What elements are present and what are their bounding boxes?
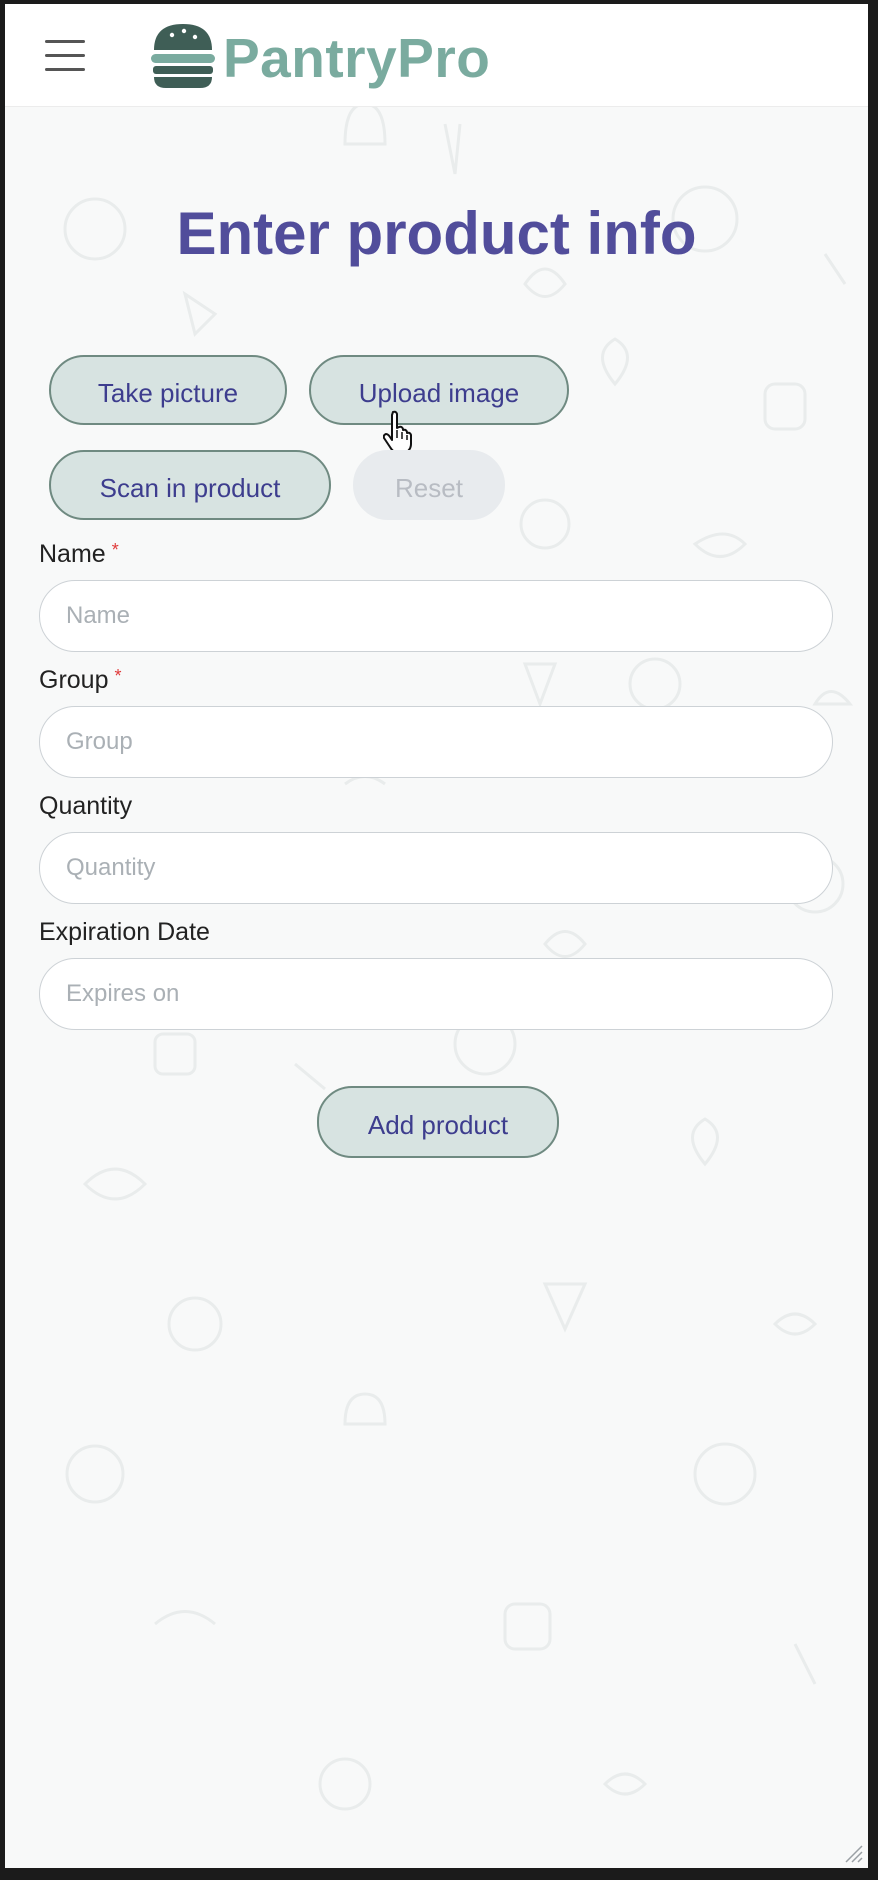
required-marker: *: [114, 666, 122, 686]
expiration-date-label: Expiration Date: [39, 918, 210, 946]
app-logo-text[interactable]: PantryPro: [223, 24, 490, 92]
name-label-text: Name: [39, 540, 106, 568]
name-input[interactable]: [39, 580, 833, 652]
group-input[interactable]: [39, 706, 833, 778]
app-header: PantryPro: [5, 4, 868, 107]
scan-product-button[interactable]: Scan in product: [49, 450, 331, 520]
hand-pointer-cursor-icon: [383, 410, 412, 450]
resize-grip-icon[interactable]: [840, 1840, 864, 1864]
quantity-input[interactable]: [39, 832, 833, 904]
reset-button[interactable]: Reset: [353, 450, 505, 520]
add-product-button[interactable]: Add product: [317, 1086, 559, 1158]
page-title: Enter product info: [176, 200, 697, 267]
hamburger-menu-icon[interactable]: [45, 36, 87, 76]
quantity-label: Quantity: [39, 792, 133, 820]
take-picture-button[interactable]: Take picture: [49, 355, 287, 425]
burger-icon: [151, 24, 215, 88]
name-label: Name *: [39, 540, 119, 569]
group-label: Group *: [39, 666, 122, 695]
group-label-text: Group: [39, 666, 109, 694]
required-marker: *: [111, 540, 119, 560]
upload-image-button[interactable]: Upload image: [309, 355, 569, 425]
expiration-date-input[interactable]: [39, 958, 833, 1030]
app-viewport: PantryPro Enter product info Take pictur…: [5, 4, 868, 1868]
